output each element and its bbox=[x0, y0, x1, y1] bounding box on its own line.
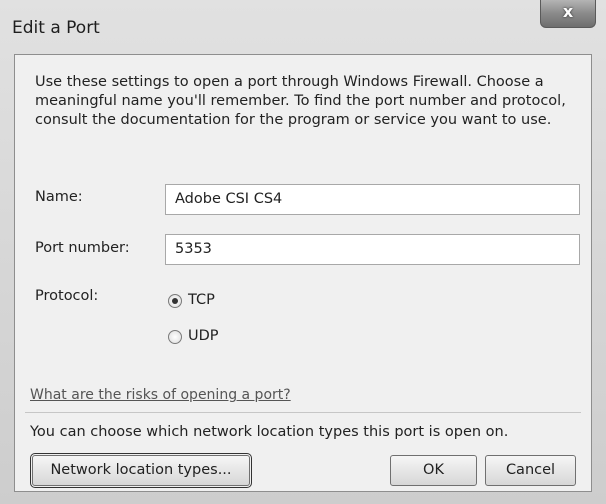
edit-port-dialog: Edit a Port x Use these settings to open… bbox=[0, 0, 606, 504]
window-title: Edit a Port bbox=[12, 18, 100, 38]
close-icon: x bbox=[562, 2, 574, 21]
name-input[interactable]: Adobe CSI CS4 bbox=[165, 184, 580, 215]
port-number-label: Port number: bbox=[35, 240, 130, 256]
dialog-description: Use these settings to open a port throug… bbox=[35, 74, 566, 128]
dialog-body: Use these settings to open a port throug… bbox=[14, 54, 592, 492]
separator bbox=[25, 412, 581, 413]
port-risks-link[interactable]: What are the risks of opening a port? bbox=[30, 387, 291, 403]
protocol-label: Protocol: bbox=[35, 288, 99, 304]
name-label: Name: bbox=[35, 189, 83, 205]
port-number-input[interactable]: 5353 bbox=[165, 234, 580, 265]
radio-selected-dot bbox=[172, 298, 178, 304]
network-location-types-button[interactable]: Network location types... bbox=[30, 453, 252, 488]
tcp-radio[interactable] bbox=[168, 294, 182, 308]
ok-button[interactable]: OK bbox=[390, 455, 477, 486]
udp-radio[interactable] bbox=[168, 330, 182, 344]
tcp-label[interactable]: TCP bbox=[188, 292, 215, 308]
location-info-text: You can choose which network location ty… bbox=[30, 424, 509, 440]
cancel-button[interactable]: Cancel bbox=[485, 455, 576, 486]
udp-label[interactable]: UDP bbox=[188, 328, 219, 344]
close-button[interactable]: x bbox=[540, 0, 596, 28]
title-bar[interactable]: Edit a Port x bbox=[0, 0, 606, 54]
